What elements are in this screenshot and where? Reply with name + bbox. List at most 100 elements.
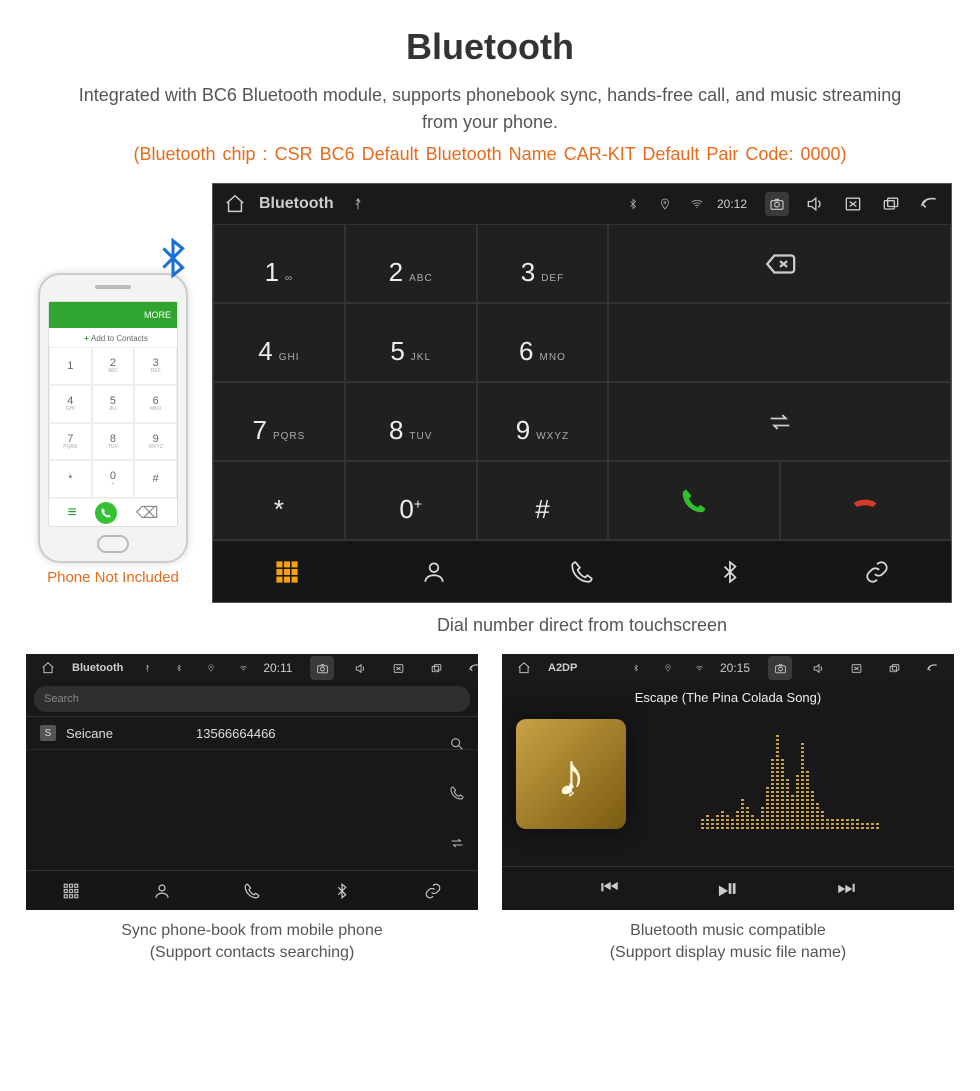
page-title: Bluetooth: [0, 0, 980, 82]
dial-key-0[interactable]: 0+: [345, 461, 477, 540]
album-art: ♪: [516, 719, 626, 829]
tab-keypad[interactable]: [213, 540, 361, 602]
dial-key-7[interactable]: 7PQRS: [213, 382, 345, 461]
tab-pair[interactable]: [388, 870, 478, 910]
contact-badge: S: [40, 725, 56, 741]
home-icon[interactable]: [512, 656, 536, 680]
dial-key-1[interactable]: 1∞: [213, 224, 345, 303]
tab-contacts[interactable]: [361, 540, 509, 602]
hangup-button[interactable]: [780, 461, 951, 540]
recent-apps-icon[interactable]: [879, 192, 903, 216]
tab-keypad[interactable]: [26, 870, 116, 910]
music-screenshot: A2DP 20:15 Escape (The Pina Colada: [502, 654, 954, 910]
location-icon: [653, 192, 677, 216]
wifi-icon: [685, 192, 709, 216]
dial-key-4[interactable]: 4GHI: [213, 303, 345, 382]
volume-icon[interactable]: [348, 656, 372, 680]
bluetooth-mini-icon: [562, 782, 578, 803]
call-button[interactable]: [608, 461, 779, 540]
back-icon[interactable]: [917, 192, 941, 216]
app-title: Bluetooth: [72, 662, 123, 674]
dialer-caption: Dial number direct from touchscreen: [212, 615, 952, 636]
tab-bluetooth[interactable]: [297, 870, 387, 910]
phone-key[interactable]: 8TUV: [92, 423, 135, 461]
recent-apps-icon[interactable]: [882, 656, 906, 680]
bt-status-icon: [167, 656, 191, 680]
volume-icon[interactable]: [806, 656, 830, 680]
bt-status-icon: [621, 192, 645, 216]
contact-name: Seicane: [66, 726, 186, 741]
sync-icon[interactable]: [444, 830, 470, 856]
dial-key-9[interactable]: 9WXYZ: [477, 382, 609, 461]
phone-menu-icon[interactable]: ≡: [68, 504, 77, 522]
wifi-icon: [688, 656, 712, 680]
phone-key[interactable]: 2ABC: [92, 347, 135, 385]
recent-apps-icon[interactable]: [424, 656, 448, 680]
tab-calls[interactable]: [508, 540, 656, 602]
phone-key[interactable]: *: [49, 460, 92, 498]
dial-key-3[interactable]: 3DEF: [477, 224, 609, 303]
phone-key[interactable]: 0+: [92, 460, 135, 498]
volume-icon[interactable]: [803, 192, 827, 216]
tab-contacts[interactable]: [116, 870, 206, 910]
home-icon[interactable]: [36, 656, 60, 680]
dial-key-*[interactable]: *: [213, 461, 345, 540]
next-track-button[interactable]: ⏭: [837, 877, 855, 900]
camera-icon[interactable]: [310, 656, 334, 680]
app-title: A2DP: [548, 662, 577, 674]
swap-button[interactable]: [608, 382, 951, 461]
bt-status-icon: [624, 656, 648, 680]
close-icon[interactable]: [844, 656, 868, 680]
location-icon: [199, 656, 223, 680]
play-pause-button[interactable]: ⏯: [718, 873, 739, 905]
tab-pair[interactable]: [803, 540, 951, 602]
phone-key[interactable]: 4GHI: [49, 385, 92, 423]
backspace-button[interactable]: [608, 224, 951, 303]
phone-call-button[interactable]: [95, 502, 117, 524]
dial-key-8[interactable]: 8TUV: [345, 382, 477, 461]
phone-key[interactable]: 7PQRS: [49, 423, 92, 461]
app-title: Bluetooth: [259, 195, 334, 213]
call-icon[interactable]: [444, 780, 470, 806]
visualizer: [640, 719, 940, 829]
back-icon[interactable]: [920, 656, 944, 680]
page-subtitle: Integrated with BC6 Bluetooth module, su…: [0, 82, 980, 144]
camera-icon[interactable]: [768, 656, 792, 680]
dial-key-5[interactable]: 5JKL: [345, 303, 477, 382]
search-placeholder: Search: [44, 693, 79, 705]
tab-calls[interactable]: [207, 870, 297, 910]
phone-key[interactable]: 5JKL: [92, 385, 135, 423]
add-contacts-button[interactable]: Add to Contacts: [55, 332, 177, 345]
phone-key[interactable]: 9WXYZ: [134, 423, 177, 461]
close-icon[interactable]: [386, 656, 410, 680]
dialer-screenshot: Bluetooth 20:12 1∞2ABC3DEF4GHI5J: [212, 183, 952, 603]
phone-key[interactable]: #: [134, 460, 177, 498]
dial-key-2[interactable]: 2ABC: [345, 224, 477, 303]
phone-mockup: MORE Add to Contacts 12ABC3DEF4GHI5JKL6M…: [38, 273, 188, 563]
dial-key-6[interactable]: 6MNO: [477, 303, 609, 382]
page-specs: (Bluetooth chip : CSR BC6 Default Blueto…: [0, 144, 980, 183]
contact-row[interactable]: S Seicane 13566664466: [26, 717, 478, 750]
phone-key[interactable]: 3DEF: [134, 347, 177, 385]
phone-key[interactable]: 6MNO: [134, 385, 177, 423]
tab-bluetooth[interactable]: [656, 540, 804, 602]
dial-key-#[interactable]: #: [477, 461, 609, 540]
back-icon[interactable]: [462, 656, 486, 680]
search-icon[interactable]: [444, 731, 470, 757]
usb-icon: [135, 656, 159, 680]
bluetooth-icon: [150, 235, 196, 292]
close-icon[interactable]: [841, 192, 865, 216]
music-caption: Bluetooth music compatible (Support disp…: [610, 920, 847, 965]
phone-caption: Phone Not Included: [28, 569, 198, 586]
wifi-icon: [231, 656, 255, 680]
clock: 20:12: [717, 197, 747, 211]
home-icon[interactable]: [223, 192, 247, 216]
phone-backspace-icon[interactable]: ⌫: [136, 503, 159, 523]
contact-number: 13566664466: [196, 726, 276, 741]
search-input[interactable]: Search: [34, 686, 470, 712]
camera-icon[interactable]: [765, 192, 789, 216]
prev-track-button[interactable]: ⏮: [601, 877, 619, 900]
clock: 20:11: [263, 661, 292, 675]
phone-key[interactable]: 1: [49, 347, 92, 385]
clock: 20:15: [720, 661, 750, 675]
